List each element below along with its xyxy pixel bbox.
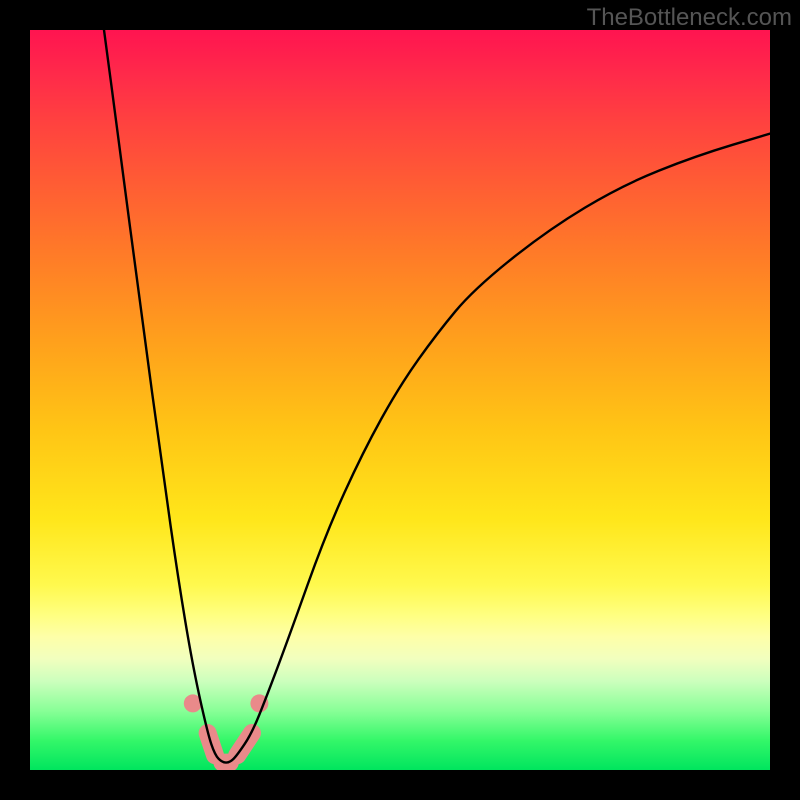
curve-svg [30, 30, 770, 770]
bottleneck-curve [104, 30, 770, 763]
watermark-text: TheBottleneck.com [587, 4, 792, 32]
chart-container: TheBottleneck.com [0, 0, 800, 800]
highlight-markers [184, 694, 269, 762]
plot-area [30, 30, 770, 770]
